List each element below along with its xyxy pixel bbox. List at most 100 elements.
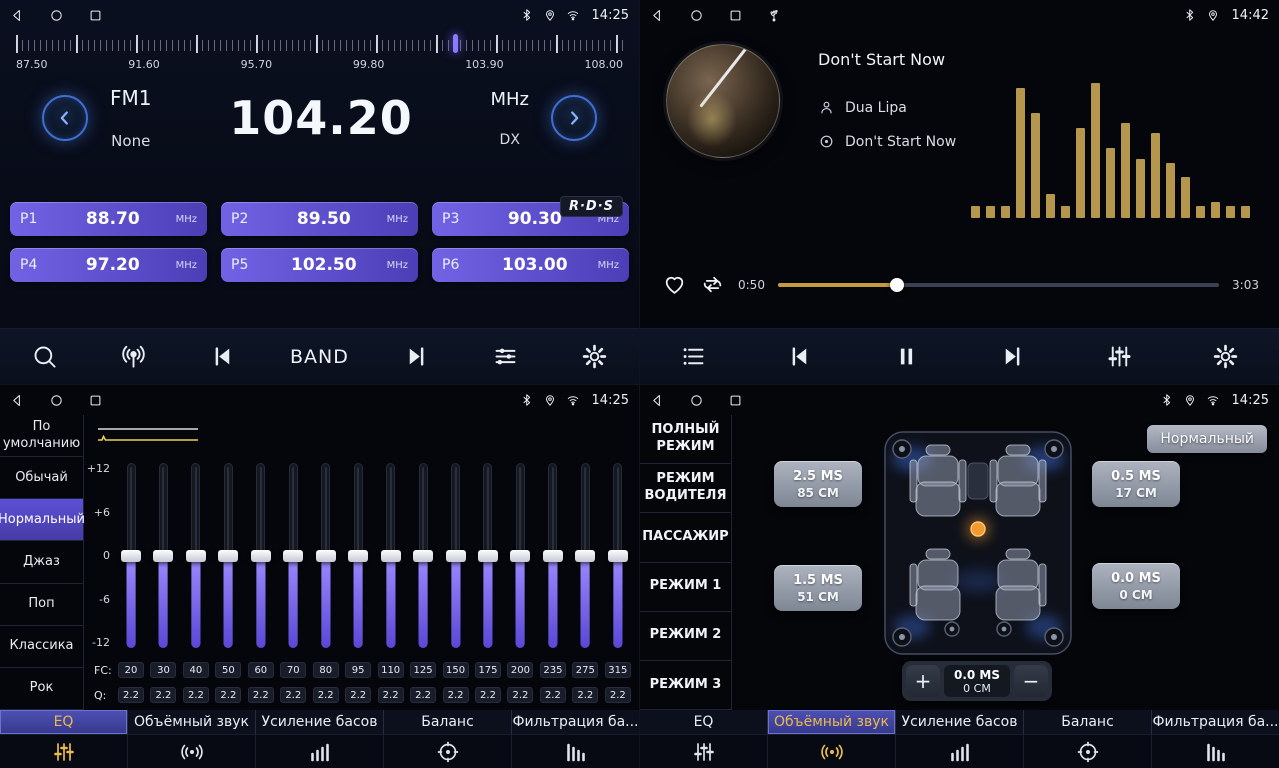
eq-slider-handle[interactable] (251, 550, 271, 562)
eq-band-slider[interactable] (507, 463, 533, 648)
progress-thumb[interactable] (890, 278, 904, 292)
eq-slider-handle[interactable] (348, 550, 368, 562)
tab-balance[interactable]: Баланс (384, 710, 512, 734)
eq-band-slider[interactable] (248, 463, 274, 648)
preset-button[interactable]: P2 89.50 MHz (221, 202, 418, 236)
eq-slider-handle[interactable] (413, 550, 433, 562)
eq-slider-handle[interactable] (121, 550, 141, 562)
eq-band-slider[interactable] (313, 463, 339, 648)
recents-icon[interactable] (728, 393, 743, 408)
tab-surround-icon-cell[interactable] (128, 735, 256, 768)
eq-slider-handle[interactable] (478, 550, 498, 562)
eq-band-slider[interactable] (443, 463, 469, 648)
delay-increase-button[interactable]: + (906, 665, 940, 697)
frequency-scale[interactable]: 87.5091.6095.7099.80103.90108.00 (16, 34, 623, 72)
tab-bass-boost[interactable]: Усиление басов (896, 710, 1024, 734)
search-button[interactable] (23, 336, 65, 378)
back-icon[interactable] (10, 393, 25, 408)
recents-icon[interactable] (88, 393, 103, 408)
surround-mode-item[interactable]: РЕЖИМ 1 (640, 563, 731, 612)
eq-preset-item[interactable]: Классика (0, 626, 83, 668)
home-icon[interactable] (689, 393, 704, 408)
tab-filter[interactable]: Фильтрация ба... (1152, 710, 1279, 734)
surround-mode-item[interactable]: ПОЛНЫЙ РЕЖИМ (640, 415, 731, 464)
back-icon[interactable] (10, 8, 25, 23)
eq-slider-handle[interactable] (316, 550, 336, 562)
preset-button[interactable]: P4 97.20 MHz (10, 248, 207, 282)
recents-icon[interactable] (88, 8, 103, 23)
eq-preset-item[interactable]: Рок (0, 668, 83, 710)
eq-band-slider[interactable] (410, 463, 436, 648)
eq-band-slider[interactable] (215, 463, 241, 648)
tab-bass-icon-cell[interactable] (256, 735, 384, 768)
equalizer-button[interactable] (1098, 336, 1140, 378)
tab-filter-icon-cell[interactable] (1152, 735, 1279, 768)
next-button[interactable] (396, 336, 438, 378)
eq-band-slider[interactable] (183, 463, 209, 648)
seek-down-button[interactable] (42, 95, 88, 141)
back-icon[interactable] (650, 8, 665, 23)
tab-balance[interactable]: Баланс (1024, 710, 1152, 734)
eq-band-slider[interactable] (150, 463, 176, 648)
delay-front-right[interactable]: 0.5 MS 17 CM (1092, 461, 1180, 507)
tab-surround[interactable]: Объёмный звук (768, 710, 896, 734)
recents-icon[interactable] (728, 8, 743, 23)
preset-button[interactable]: P6 103.00 MHz (432, 248, 629, 282)
settings-button[interactable] (573, 336, 615, 378)
eq-slider-handle[interactable] (186, 550, 206, 562)
surround-mode-item[interactable]: РЕЖИМ 2 (640, 612, 731, 661)
eq-slider-handle[interactable] (543, 550, 563, 562)
band-button[interactable]: BAND (290, 336, 349, 378)
eq-band-slider[interactable] (280, 463, 306, 648)
eq-slider-handle[interactable] (575, 550, 595, 562)
tuner-settings-button[interactable] (485, 336, 527, 378)
tab-eq[interactable]: EQ (640, 710, 768, 734)
home-icon[interactable] (689, 8, 704, 23)
eq-slider-handle[interactable] (608, 550, 628, 562)
back-icon[interactable] (650, 393, 665, 408)
eq-slider-handle[interactable] (218, 550, 238, 562)
tuning-indicator[interactable] (453, 34, 458, 53)
tab-bass-boost[interactable]: Усиление басов (256, 710, 384, 734)
pause-button[interactable] (885, 336, 927, 378)
tab-eq-icon-cell[interactable] (640, 735, 768, 768)
home-icon[interactable] (49, 393, 64, 408)
favorite-icon[interactable] (662, 272, 687, 297)
delay-decrease-button[interactable]: − (1014, 665, 1048, 697)
eq-slider-handle[interactable] (446, 550, 466, 562)
previous-track-button[interactable] (779, 336, 821, 378)
surround-mode-item[interactable]: РЕЖИМ 3 (640, 661, 731, 710)
settings-button[interactable] (1205, 336, 1247, 378)
repeat-icon[interactable] (700, 272, 725, 297)
previous-button[interactable] (201, 336, 243, 378)
eq-slider-handle[interactable] (153, 550, 173, 562)
eq-preset-item[interactable]: Поп (0, 584, 83, 626)
eq-preset-item[interactable]: Обычай (0, 457, 83, 499)
tab-bass-icon-cell[interactable] (896, 735, 1024, 768)
broadcast-button[interactable] (112, 336, 154, 378)
playlist-button[interactable] (672, 336, 714, 378)
delay-front-left[interactable]: 2.5 MS 85 CM (774, 461, 862, 507)
tab-filter[interactable]: Фильтрация ба... (512, 710, 639, 734)
tab-filter-icon-cell[interactable] (512, 735, 639, 768)
next-track-button[interactable] (992, 336, 1034, 378)
seek-up-button[interactable] (551, 95, 597, 141)
eq-slider-handle[interactable] (283, 550, 303, 562)
delay-rear-left[interactable]: 1.5 MS 51 CM (774, 565, 862, 611)
eq-band-slider[interactable] (605, 463, 631, 648)
eq-preset-item[interactable]: Джаз (0, 541, 83, 583)
eq-band-slider[interactable] (378, 463, 404, 648)
home-icon[interactable] (49, 8, 64, 23)
seek-bar[interactable] (778, 283, 1219, 287)
tab-surround[interactable]: Объёмный звук (128, 710, 256, 734)
eq-preset-item[interactable]: Нормальный (0, 499, 83, 541)
delay-rear-right[interactable]: 0.0 MS 0 CM (1092, 563, 1180, 609)
tab-balance-icon-cell[interactable] (384, 735, 512, 768)
surround-mode-item[interactable]: РЕЖИМ ВОДИТЕЛЯ (640, 464, 731, 513)
tab-eq[interactable]: EQ (0, 710, 128, 734)
tab-surround-icon-cell[interactable] (768, 735, 896, 768)
eq-band-slider[interactable] (572, 463, 598, 648)
eq-preset-item[interactable]: По умолчанию (0, 415, 83, 457)
eq-slider-handle[interactable] (510, 550, 530, 562)
eq-band-slider[interactable] (118, 463, 144, 648)
